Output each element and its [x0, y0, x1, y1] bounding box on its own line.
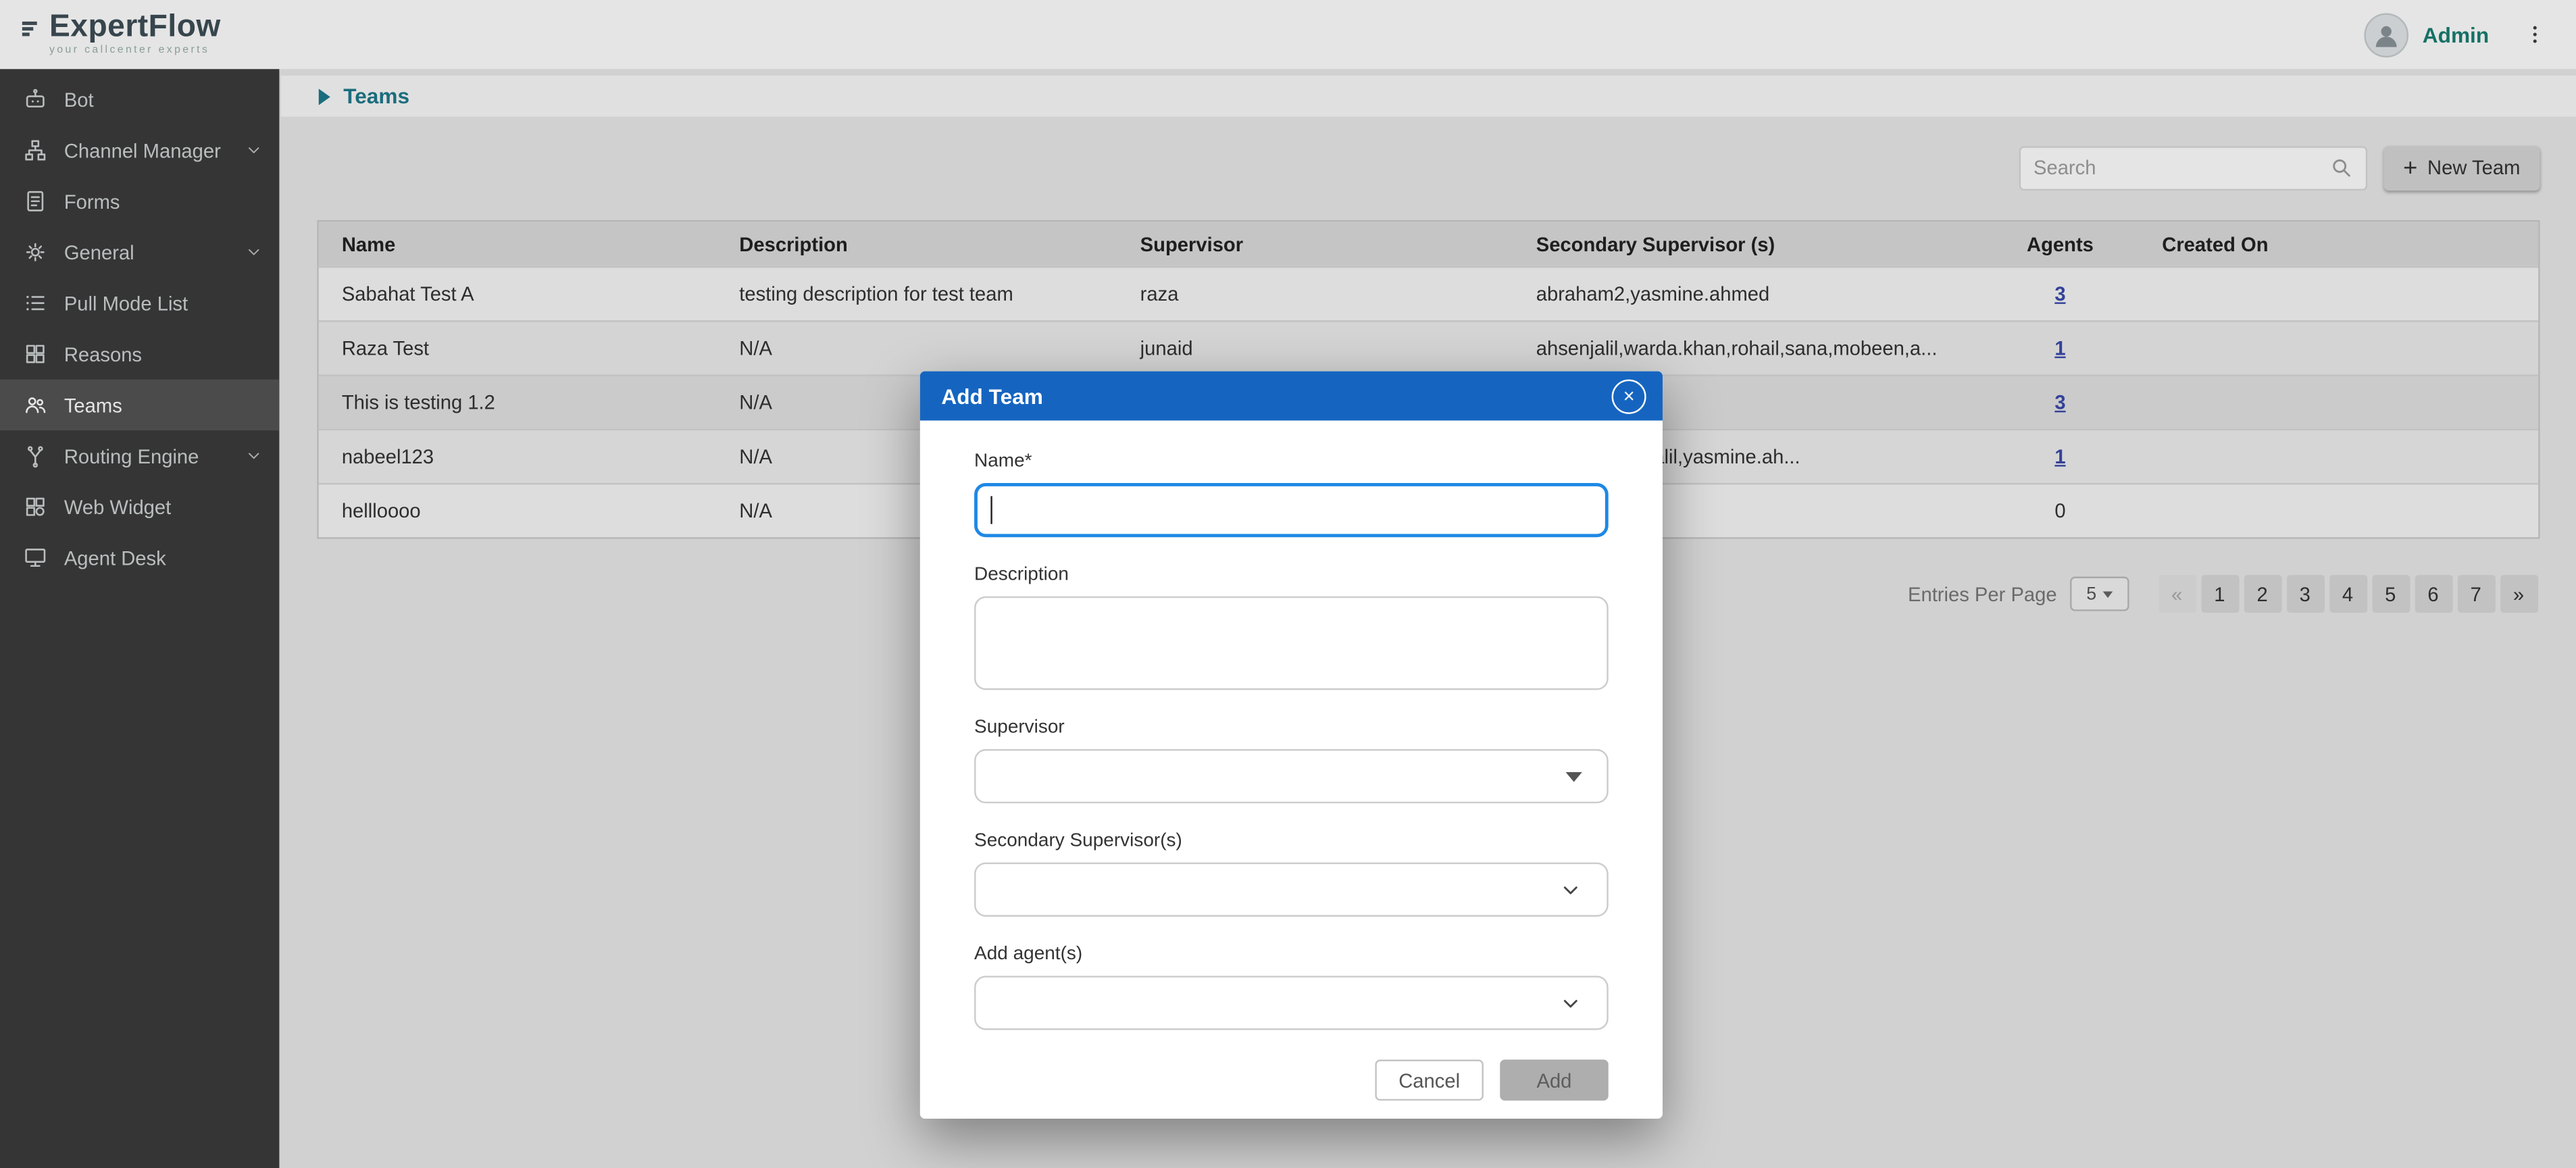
caret-down-icon: [1566, 771, 1582, 782]
secondary-supervisors-select[interactable]: [974, 863, 1609, 917]
name-label: Name*: [974, 452, 1609, 472]
chevron-down-icon: [1559, 878, 1582, 901]
modal-actions: Cancel Add: [1375, 1060, 1608, 1101]
supervisor-select[interactable]: [974, 749, 1609, 803]
add-agents-select[interactable]: [974, 975, 1609, 1030]
modal-title: Add Team: [941, 384, 1043, 408]
text-cursor: [990, 496, 992, 524]
modal-header: Add Team ×: [920, 372, 1663, 421]
close-button[interactable]: ×: [1612, 379, 1646, 413]
chevron-down-icon: [1559, 992, 1582, 1015]
team-name-input[interactable]: [974, 483, 1609, 537]
cancel-button[interactable]: Cancel: [1375, 1060, 1483, 1101]
add-team-modal: Add Team × Name* Description Supervisor: [920, 372, 1663, 1119]
close-icon: ×: [1623, 386, 1635, 405]
modal-body: Name* Description Supervisor Secondary S…: [920, 421, 1663, 1030]
description-label: Description: [974, 565, 1609, 585]
app-root: ExpertFlow your callcenter experts Admin…: [0, 0, 2576, 1168]
team-description-textarea[interactable]: [974, 596, 1609, 690]
add-button[interactable]: Add: [1500, 1060, 1608, 1101]
supervisor-label: Supervisor: [974, 718, 1609, 738]
secondary-supervisors-label: Secondary Supervisor(s): [974, 831, 1609, 850]
add-agents-label: Add agent(s): [974, 944, 1609, 964]
